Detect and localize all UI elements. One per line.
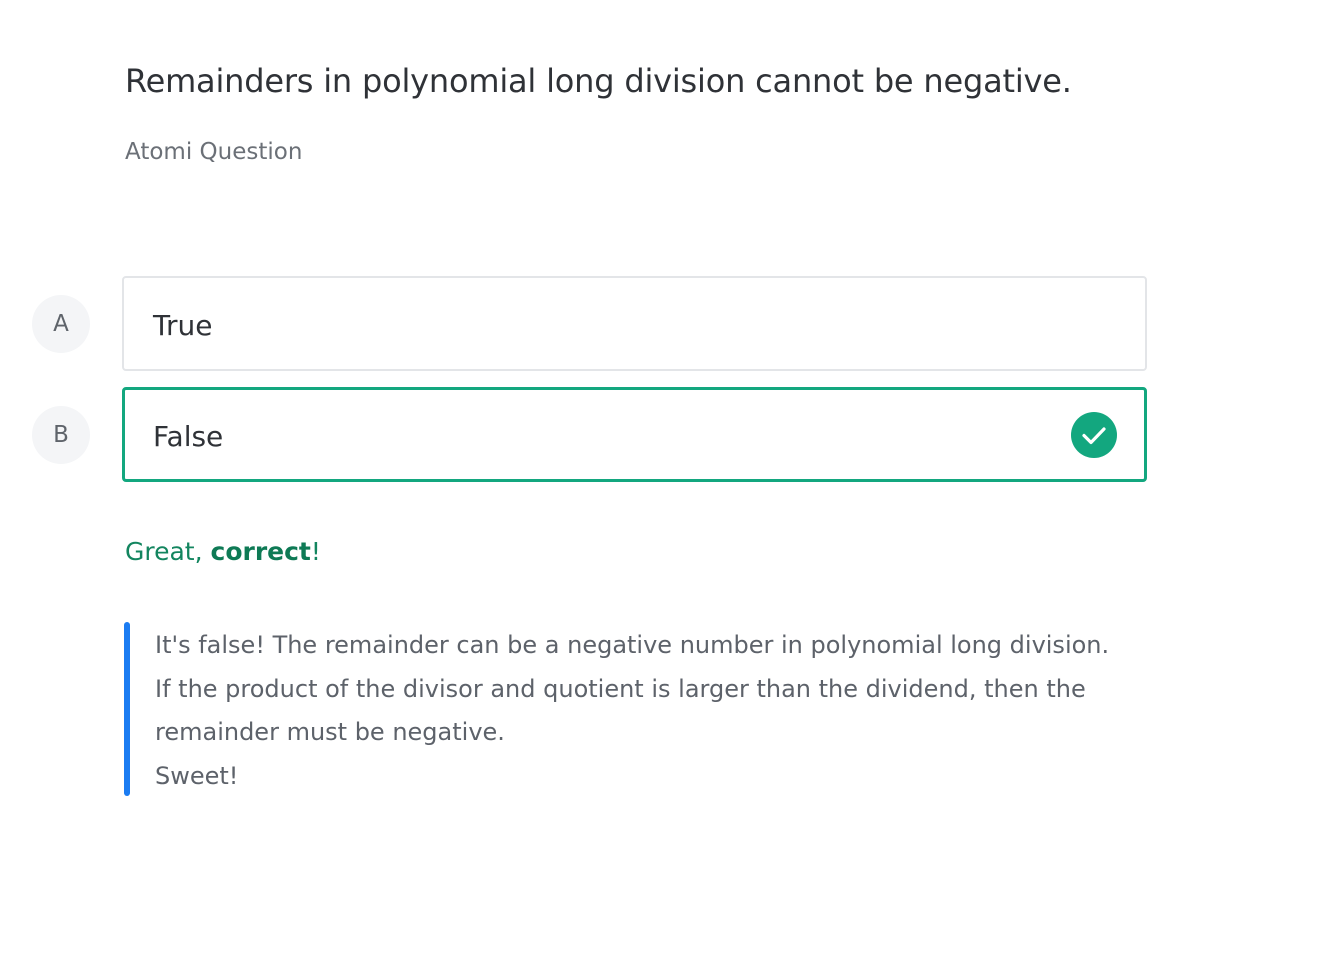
feedback-prefix: Great, [125,537,211,566]
question-source: Atomi Question [125,139,303,165]
option-row-a: A True [32,276,1148,372]
feedback-emphasis: correct [210,537,311,566]
explanation-line: If the product of the divisor and quotie… [155,674,1086,703]
explanation-block: It's false! The remainder can be a negat… [124,622,1124,796]
explanation-text: It's false! The remainder can be a negat… [155,624,1109,798]
option-letter-a: A [32,295,90,353]
option-true-button[interactable]: True [122,276,1147,371]
explanation-line: Sweet! [155,761,239,790]
feedback-message: Great, correct! [125,537,321,566]
option-label: False [153,420,224,453]
question-title: Remainders in polynomial long division c… [125,62,1072,100]
option-row-b: B False [32,387,1148,483]
option-letter-b: B [32,406,90,464]
question-page: Remainders in polynomial long division c… [0,0,1334,968]
explanation-line: remainder must be negative. [155,718,505,746]
explanation-accent-bar [124,622,130,796]
explanation-line: It's false! The remainder can be a negat… [155,631,1110,659]
feedback-suffix: ! [310,537,321,566]
option-label: True [153,309,213,342]
check-circle-icon [1071,412,1117,458]
option-false-button[interactable]: False [122,387,1147,482]
